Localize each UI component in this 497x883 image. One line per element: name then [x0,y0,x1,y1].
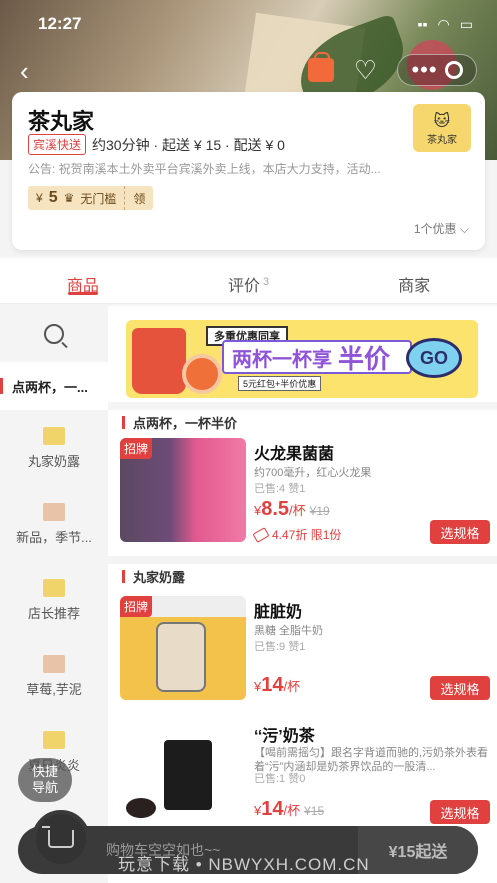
category-thumb-icon [43,502,65,521]
close-circle-icon[interactable] [444,61,463,79]
coupon[interactable]: ¥ 5 ♛ 无门槛 领 [28,186,154,210]
shop-info-card: 茶丸家 🐱 茶丸家 宾溪快送 约30分钟 · 起送 ¥ 15 · 配送 ¥ 0 … [12,92,485,250]
product-item[interactable]: 招牌 火龙果菌菌 约700毫升，红心火龙果 已售:4 赞1 ¥8.5/杯 ¥19 … [120,438,490,548]
signal-icon: ▪▪ [417,16,428,32]
delivery-info: 宾溪快送 约30分钟 · 起送 ¥ 15 · 配送 ¥ 0 [28,134,285,155]
sidebar-item[interactable]: 丸家奶露 [0,410,108,486]
search-icon[interactable] [44,324,64,344]
banner-title: 两杯一杯享 半价 [222,340,412,374]
shop-notice[interactable]: 公告: 祝贺南溪本土外卖平台宾溪外卖上线，本店大力支持，活动... [28,160,381,177]
product-sales: 已售:1 赞0 [254,773,306,785]
product-item[interactable]: ‘‘污’奶茶 【喝前需摇匀】跟名字背道而驰的,污奶茶外表看着“污”内涵却是奶茶界… [120,720,490,830]
select-spec-button[interactable]: 选规格 [430,676,490,700]
tab-products[interactable]: 商品 [0,258,166,303]
tab-merchant[interactable]: 商家 [331,258,497,303]
product-desc: 黑糖 全脂牛奶 [254,625,324,637]
sidebar-item[interactable]: 店长推荐 [0,562,108,638]
promo-count[interactable]: 1个优惠 ⌵ [414,220,469,237]
product-name: 脏脏奶 [254,604,303,621]
product-desc: 约700毫升，红心火龙果 [254,467,372,479]
go-button[interactable]: GO [406,338,462,378]
chevron-down-icon: ⌵ [456,222,469,236]
product-image: 招牌 [120,438,246,542]
drink-graphic [132,328,186,394]
sidebar-item[interactable]: 草莓,芋泥 [0,638,108,714]
sidebar-item-active[interactable]: 点两杯，一... [0,362,108,410]
product-name: 火龙果菌菌 [254,446,335,463]
product-price: ¥8.5/杯 ¥19 [254,498,330,520]
status-bar: 12:27 ▪▪ ◠ ▭ [0,12,497,36]
sidebar-item[interactable]: 新品，季节... [0,486,108,562]
discount-tag-icon [252,526,270,543]
product-sales: 已售:4 赞1 [254,483,306,495]
heart-icon[interactable]: ♡ [354,57,377,83]
shop-logo: 🐱 茶丸家 [413,104,471,152]
section-title: 点两杯，一杯半价 [108,410,497,434]
promo-banner[interactable]: 多重优惠同享 两杯一杯享 半价 5元红包+半价优惠 GO [126,320,478,398]
quick-nav-button[interactable]: 快捷导航 [18,758,72,802]
product-sales: 已售:9 赞1 [254,641,306,653]
back-icon[interactable]: ‹ [20,56,29,87]
signature-badge: 招牌 [120,438,153,459]
shop-tabs: 商品 评价 3 商家 [0,258,497,304]
coupon-get-button[interactable]: 领 [125,186,154,210]
cat-icon: 🐱 [433,112,451,130]
wifi-icon: ◠ [437,16,450,32]
product-discount: 4.47折 限1份 [252,526,341,543]
tab-reviews[interactable]: 评价 3 [166,258,332,303]
signature-badge: 招牌 [120,596,153,617]
battery-icon: ▭ [459,16,473,32]
product-image: 招牌 [120,596,246,700]
watermark: 玩意下载 • NBWYXH.COM.CN [118,855,370,874]
product-item[interactable]: 招牌 脏脏奶 黑糖 全脂牛奶 已售:9 赞1 ¥14/杯 选规格 [120,596,490,706]
category-thumb-icon [43,426,65,445]
section-title: 丸家奶露 [108,564,497,588]
crown-icon: ♛ [63,191,75,205]
category-thumb-icon [43,654,65,673]
shop-name: 茶丸家 [28,109,95,134]
cart-icon [42,826,74,848]
product-image [120,720,246,824]
category-thumb-icon [43,578,65,597]
nav-bar: ‹ ♡ ••• [0,52,497,88]
product-list: 多重优惠同享 两杯一杯享 半价 5元红包+半价优惠 GO 点两杯，一杯半价 招牌 … [108,306,497,883]
orange-graphic [182,354,222,394]
more-icon[interactable]: ••• [411,59,437,81]
product-name: ‘‘污’奶茶 [254,728,315,745]
delivery-tag: 宾溪快送 [28,134,87,155]
product-price: ¥14/杯 [254,674,301,696]
select-spec-button[interactable]: 选规格 [430,520,490,544]
product-price: ¥14/杯 ¥15 [254,798,325,820]
bag-icon[interactable] [307,52,334,82]
sidebar-search[interactable] [0,306,108,362]
status-time: 12:27 [38,14,82,33]
min-order-button[interactable]: ¥15起送 [358,826,478,874]
mini-program-capsule: ••• [397,54,477,86]
category-thumb-icon [43,730,65,749]
select-spec-button[interactable]: 选规格 [430,800,490,824]
cart-button[interactable] [32,810,90,868]
